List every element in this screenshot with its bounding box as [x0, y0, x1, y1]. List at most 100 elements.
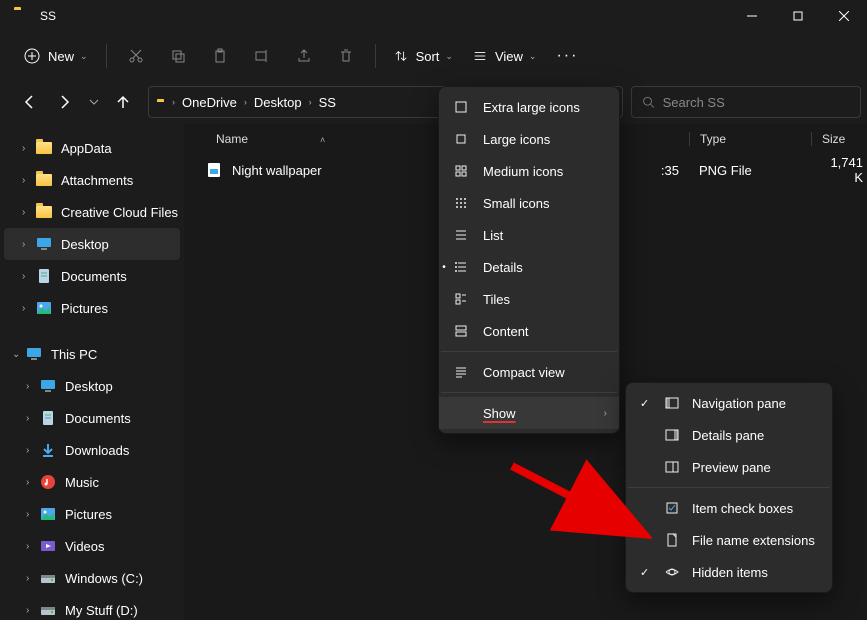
column-type[interactable]: Type — [689, 132, 811, 146]
drive-icon — [40, 602, 56, 618]
back-button[interactable] — [12, 85, 46, 119]
search-box[interactable] — [631, 86, 861, 118]
new-button[interactable]: New ⌄ — [16, 39, 96, 73]
sidebar-item-music[interactable]: ›Music — [4, 466, 180, 498]
new-label: New — [48, 49, 74, 64]
sidebar-item-label: Music — [65, 475, 99, 490]
sidebar-item-label: Creative Cloud Files — [61, 205, 178, 220]
sidebar-item-pictures[interactable]: ›Pictures — [4, 292, 180, 324]
menu-item-list[interactable]: List — [439, 219, 619, 251]
column-size[interactable]: Size — [811, 132, 845, 146]
menu-item-label: Details — [483, 260, 523, 275]
menu-item-item-check-boxes[interactable]: Item check boxes — [626, 492, 832, 524]
up-button[interactable] — [106, 85, 140, 119]
sidebar-item-creative-cloud-files[interactable]: ›Creative Cloud Files — [4, 196, 180, 228]
navigation-sidebar: ›AppData›Attachments›Creative Cloud File… — [0, 124, 184, 620]
divider — [375, 44, 376, 68]
menu-item-medium-icons[interactable]: Medium icons — [439, 155, 619, 187]
menu-item-compact-view[interactable]: Compact view — [439, 356, 619, 388]
breadcrumb-segment[interactable]: Desktop — [254, 95, 302, 110]
folder-icon — [36, 140, 52, 156]
breadcrumb-segment[interactable]: OneDrive — [182, 95, 237, 110]
sidebar-item-label: Attachments — [61, 173, 133, 188]
sidebar-item-label: Videos — [65, 539, 105, 554]
menu-item-show[interactable]: Show › — [439, 397, 619, 429]
sidebar-item-desktop[interactable]: ›Desktop — [4, 228, 180, 260]
file-type: PNG File — [689, 163, 811, 178]
videos-icon — [40, 538, 56, 554]
sort-button[interactable]: Sort ⌄ — [386, 39, 461, 73]
menu-item-hidden-items[interactable]: ✓Hidden items — [626, 556, 832, 588]
delete-button[interactable] — [327, 39, 365, 73]
view-button[interactable]: View ⌄ — [465, 39, 545, 73]
maximize-button[interactable] — [775, 0, 821, 32]
share-button[interactable] — [285, 39, 323, 73]
detailspane-icon — [664, 428, 680, 442]
search-input[interactable] — [663, 95, 850, 110]
paste-button[interactable] — [201, 39, 239, 73]
sidebar-item-my-stuff-d-[interactable]: ›My Stuff (D:) — [4, 594, 180, 620]
sidebar-item-documents[interactable]: ›Documents — [4, 402, 180, 434]
sidebar-item-label: Pictures — [65, 507, 112, 522]
sidebar-item-appdata[interactable]: › AppData — [4, 132, 180, 164]
downloads-icon — [40, 442, 56, 458]
tiles-icon — [453, 292, 469, 306]
menu-item-details[interactable]: • Details — [439, 251, 619, 283]
minimize-button[interactable] — [729, 0, 775, 32]
compact-view-icon — [453, 365, 469, 379]
menu-item-label: Show — [483, 406, 516, 421]
sidebar-item-desktop[interactable]: ›Desktop — [4, 370, 180, 402]
chevron-down-icon: ⌄ — [12, 349, 22, 360]
current-marker-icon: • — [437, 262, 451, 273]
sidebar-item-label: My Stuff (D:) — [65, 603, 138, 618]
chevron-right-icon: › — [22, 143, 32, 154]
menu-item-small-icons[interactable]: Small icons — [439, 187, 619, 219]
close-button[interactable] — [821, 0, 867, 32]
menu-item-file-name-extensions[interactable]: File name extensions — [626, 524, 832, 556]
sidebar-item-documents[interactable]: ›Documents — [4, 260, 180, 292]
divider — [106, 44, 107, 68]
pictures-icon — [40, 506, 56, 522]
folder-icon — [36, 204, 52, 220]
window-titlebar: SS — [0, 0, 867, 32]
menu-item-large-icons[interactable]: Large icons — [439, 123, 619, 155]
chevron-right-icon: › — [604, 408, 607, 419]
checkboxes-icon — [664, 501, 680, 515]
sort-label: Sort — [416, 49, 440, 64]
chevron-right-icon: › — [26, 541, 36, 552]
rename-button[interactable] — [243, 39, 281, 73]
recent-button[interactable] — [84, 85, 104, 119]
more-button[interactable]: ··· — [548, 39, 586, 73]
menu-item-content[interactable]: Content — [439, 315, 619, 347]
menu-item-tiles[interactable]: Tiles — [439, 283, 619, 315]
sidebar-item-attachments[interactable]: ›Attachments — [4, 164, 180, 196]
chevron-right-icon: › — [26, 445, 36, 456]
menu-item-label: Extra large icons — [483, 100, 580, 115]
sidebar-item-label: AppData — [61, 141, 112, 156]
desktop-icon — [36, 236, 52, 252]
sidebar-item-videos[interactable]: › Videos — [4, 530, 180, 562]
md-icon — [453, 164, 469, 178]
menu-item-preview-pane[interactable]: Preview pane — [626, 451, 832, 483]
sidebar-item-windows-c-[interactable]: ›Windows (C:) — [4, 562, 180, 594]
chevron-right-icon: › — [26, 573, 36, 584]
menu-item-label: Medium icons — [483, 164, 563, 179]
documents-icon — [40, 410, 56, 426]
sidebar-item-downloads[interactable]: ›Downloads — [4, 434, 180, 466]
view-menu: Extra large icons Large icons Medium icons… — [438, 86, 620, 434]
breadcrumb-segment[interactable]: SS — [319, 95, 336, 110]
sidebar-item-this-pc[interactable]: ⌄ This PC — [4, 338, 180, 370]
copy-button[interactable] — [159, 39, 197, 73]
desktop-icon — [40, 378, 56, 394]
menu-item-details-pane[interactable]: Details pane — [626, 419, 832, 451]
sidebar-item-pictures[interactable]: ›Pictures — [4, 498, 180, 530]
cut-button[interactable] — [117, 39, 155, 73]
chevron-down-icon: ⌄ — [529, 51, 537, 62]
chevron-right-icon: › — [26, 413, 36, 424]
sort-indicator-icon: ˄ — [320, 135, 325, 145]
forward-button[interactable] — [48, 85, 82, 119]
menu-item-navigation-pane[interactable]: ✓Navigation pane — [626, 387, 832, 419]
menu-item-extra-large-icons[interactable]: Extra large icons — [439, 91, 619, 123]
sidebar-item-label: Desktop — [65, 379, 113, 394]
menu-item-label: Small icons — [483, 196, 549, 211]
